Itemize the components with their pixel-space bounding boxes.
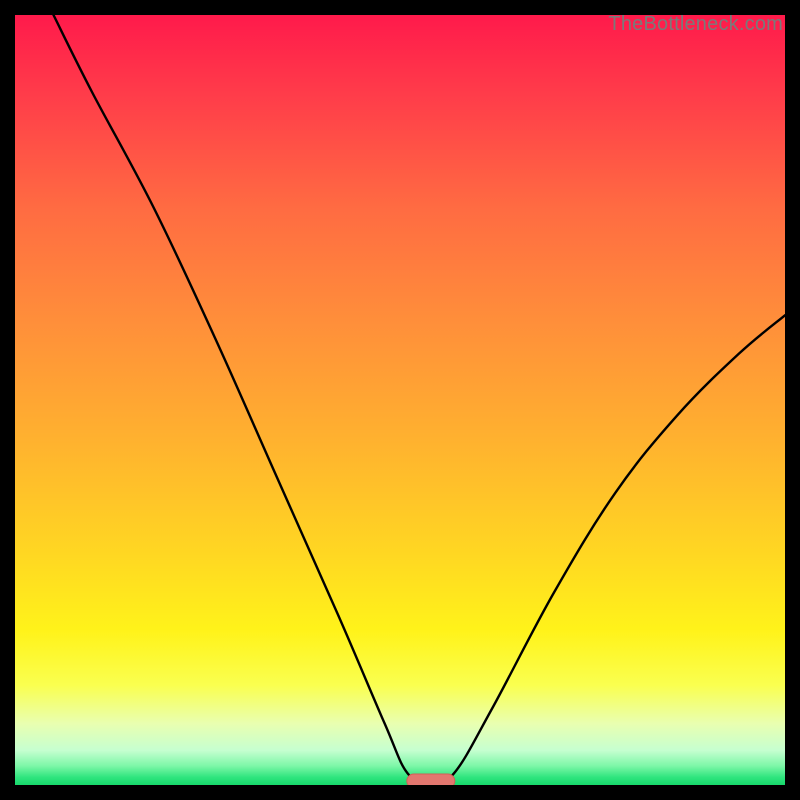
chart-background-gradient xyxy=(15,15,785,785)
optimal-point-marker xyxy=(407,774,455,785)
chart-svg xyxy=(15,15,785,785)
watermark-label: TheBottleneck.com xyxy=(608,13,783,36)
chart-frame: TheBottleneck.com xyxy=(15,15,785,785)
